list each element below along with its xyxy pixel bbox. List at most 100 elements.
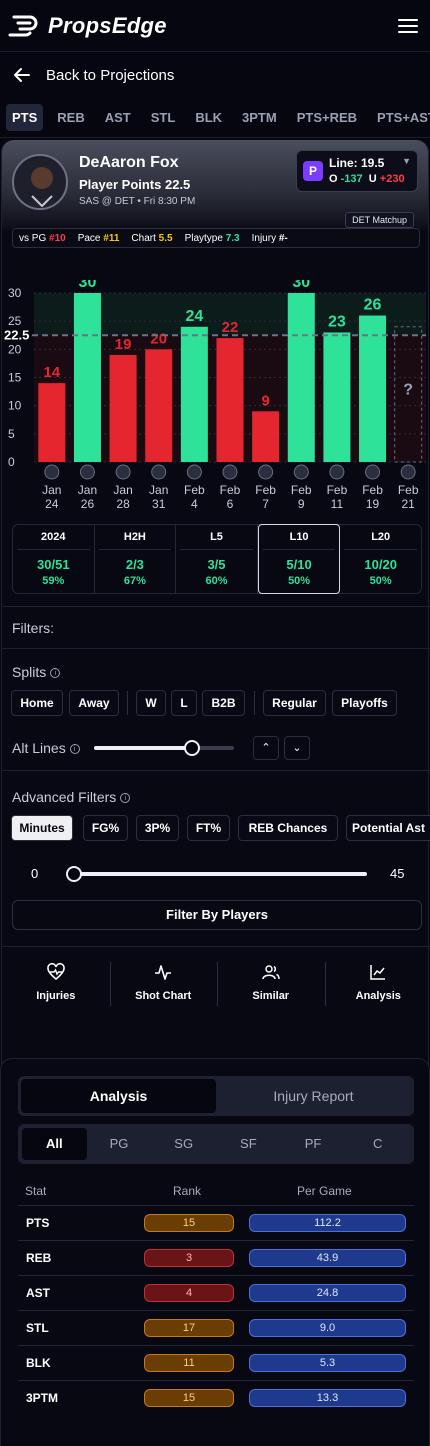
pos-c[interactable]: C (345, 1128, 410, 1160)
menu-icon[interactable] (398, 18, 418, 33)
logo[interactable]: PropsEdge (8, 13, 167, 39)
row-stat: AST (26, 1286, 50, 1300)
pos-all[interactable]: All (22, 1128, 87, 1160)
similar-button[interactable]: Similar (217, 958, 325, 1018)
bar-value-label: 24 (185, 308, 203, 325)
alt-line-up-button[interactable]: ⌃ (253, 736, 279, 760)
team-logo-icon-76ers (115, 464, 131, 480)
similar-label: Similar (252, 990, 290, 1002)
header-stat: Stat (25, 1184, 47, 1198)
minutes-range-track[interactable] (74, 872, 367, 876)
row-rank: 17 (144, 1319, 234, 1337)
analysis-tabs: Analysis Injury Report (18, 1076, 414, 1116)
tab-reb[interactable]: REB (51, 104, 90, 131)
x-tick-label: Feb (184, 483, 205, 497)
adv-minutes[interactable]: Minutes (11, 815, 73, 841)
splits-label: Splits i (12, 664, 61, 680)
row-rank: 3 (144, 1249, 234, 1267)
y-tick-label: 5 (8, 427, 15, 441)
pos-pf[interactable]: PF (281, 1128, 346, 1160)
row-per-game: 9.0 (249, 1319, 406, 1337)
y-tick-label: 20 (8, 342, 22, 356)
x-tick-label: 21 (402, 497, 416, 511)
summary-2024[interactable]: 2024 30/51 59% (13, 525, 95, 593)
bar (252, 411, 280, 462)
row-stat: STL (26, 1321, 49, 1335)
chart-stat: Chart 5.5 (131, 232, 173, 244)
injuries-button[interactable]: Injuries (2, 958, 110, 1018)
alt-lines-slider-knob[interactable] (184, 740, 200, 756)
x-tick-label: 28 (116, 497, 130, 511)
adv-3p[interactable]: 3P% (136, 815, 179, 841)
alt-lines-fill (94, 746, 192, 750)
tab-pts[interactable]: PTS (6, 104, 44, 131)
table-row: STL 17 9.0 (18, 1310, 414, 1345)
team-logo-icon-celtics (329, 464, 345, 480)
shot-chart-label: Shot Chart (135, 990, 192, 1002)
row-stat: REB (26, 1251, 52, 1265)
alt-line-down-button[interactable]: ⌄ (284, 736, 310, 760)
pos-sf[interactable]: SF (216, 1128, 281, 1160)
tab-3ptm[interactable]: 3PTM (236, 104, 283, 131)
hit-rate-summary: 2024 30/51 59% H2H 2/3 67% L5 3/5 60% L10 5/10 5… (12, 524, 422, 594)
split-playoffs[interactable]: Playoffs (332, 690, 397, 716)
pace-stat: Pace #11 (77, 232, 120, 244)
bar (180, 326, 208, 462)
tab-ast[interactable]: AST (99, 104, 137, 131)
x-tick-label: 26 (81, 497, 95, 511)
row-rank: 15 (144, 1389, 234, 1407)
tab-stl[interactable]: STL (145, 104, 182, 131)
x-tick-label: Feb (327, 483, 348, 497)
summary-l5[interactable]: L5 3/5 60% (176, 525, 258, 593)
split-home[interactable]: Home (11, 690, 63, 716)
y-tick-label: 25 (8, 314, 22, 328)
tab-analysis[interactable]: Analysis (21, 1079, 216, 1113)
split-away[interactable]: Away (69, 690, 119, 716)
split-l[interactable]: L (171, 690, 197, 716)
analysis-button[interactable]: Analysis (324, 958, 430, 1018)
over-under-odds: O -137 U +230 (329, 173, 405, 185)
divider (2, 648, 430, 649)
arrow-left-icon (14, 68, 30, 82)
divider (2, 770, 430, 771)
team-logo-icon-thunder (151, 464, 167, 480)
minutes-min-label: 0 (31, 866, 39, 881)
tab-pts-reb[interactable]: PTS+REB (291, 104, 363, 131)
pos-pg[interactable]: PG (87, 1128, 152, 1160)
tab-injury-report[interactable]: Injury Report (216, 1079, 411, 1113)
line-chart-icon (370, 965, 386, 980)
adv-fg[interactable]: FG% (83, 815, 128, 841)
chevron-down-icon: ▼ (402, 156, 411, 166)
filter-by-players-button[interactable]: Filter By Players (12, 900, 422, 930)
split-b2b[interactable]: B2B (202, 690, 245, 716)
divider (2, 606, 430, 607)
adv-reb-chances[interactable]: REB Chances (238, 815, 338, 841)
line-selector[interactable]: P Line: 19.5 ▼ O -137 U +230 (296, 150, 418, 192)
summary-l20[interactable]: L20 10/20 50% (340, 525, 421, 593)
pos-sg[interactable]: SG (151, 1128, 216, 1160)
minutes-slider-knob[interactable] (66, 866, 82, 882)
player-header: DeAaron Fox Player Points 22.5 SAS @ DET… (2, 140, 428, 230)
split-regular[interactable]: Regular (263, 690, 326, 716)
team-logo-icon-nets (79, 464, 95, 480)
info-icon: i (69, 744, 80, 755)
under-odds: +230 (379, 173, 405, 185)
player-name: DeAaron Fox (79, 154, 179, 171)
split-w[interactable]: W (136, 690, 166, 716)
adv-ft[interactable]: FT% (187, 815, 230, 841)
advanced-filters-label: Advanced Filters i (12, 789, 131, 805)
bar (145, 349, 173, 462)
table-row: BLK 11 5.3 (18, 1345, 414, 1380)
shot-chart-button[interactable]: Shot Chart (109, 958, 218, 1018)
tab-pts-ast[interactable]: PTS+AST (371, 104, 430, 131)
x-tick-label: 6 (227, 497, 234, 511)
adv-potential-ast[interactable]: Potential Ast (346, 815, 430, 841)
back-link[interactable]: Back to Projections (0, 52, 430, 98)
team-logo-icon-hawks (186, 464, 202, 480)
table-row: PTS 15 112.2 (18, 1205, 414, 1240)
summary-l10[interactable]: L10 5/10 50% (257, 524, 341, 594)
matchup-badge[interactable]: DET Matchup (345, 212, 414, 228)
tab-blk[interactable]: BLK (189, 104, 228, 131)
logo-icon (8, 15, 38, 36)
summary-h2h[interactable]: H2H 2/3 67% (95, 525, 177, 593)
